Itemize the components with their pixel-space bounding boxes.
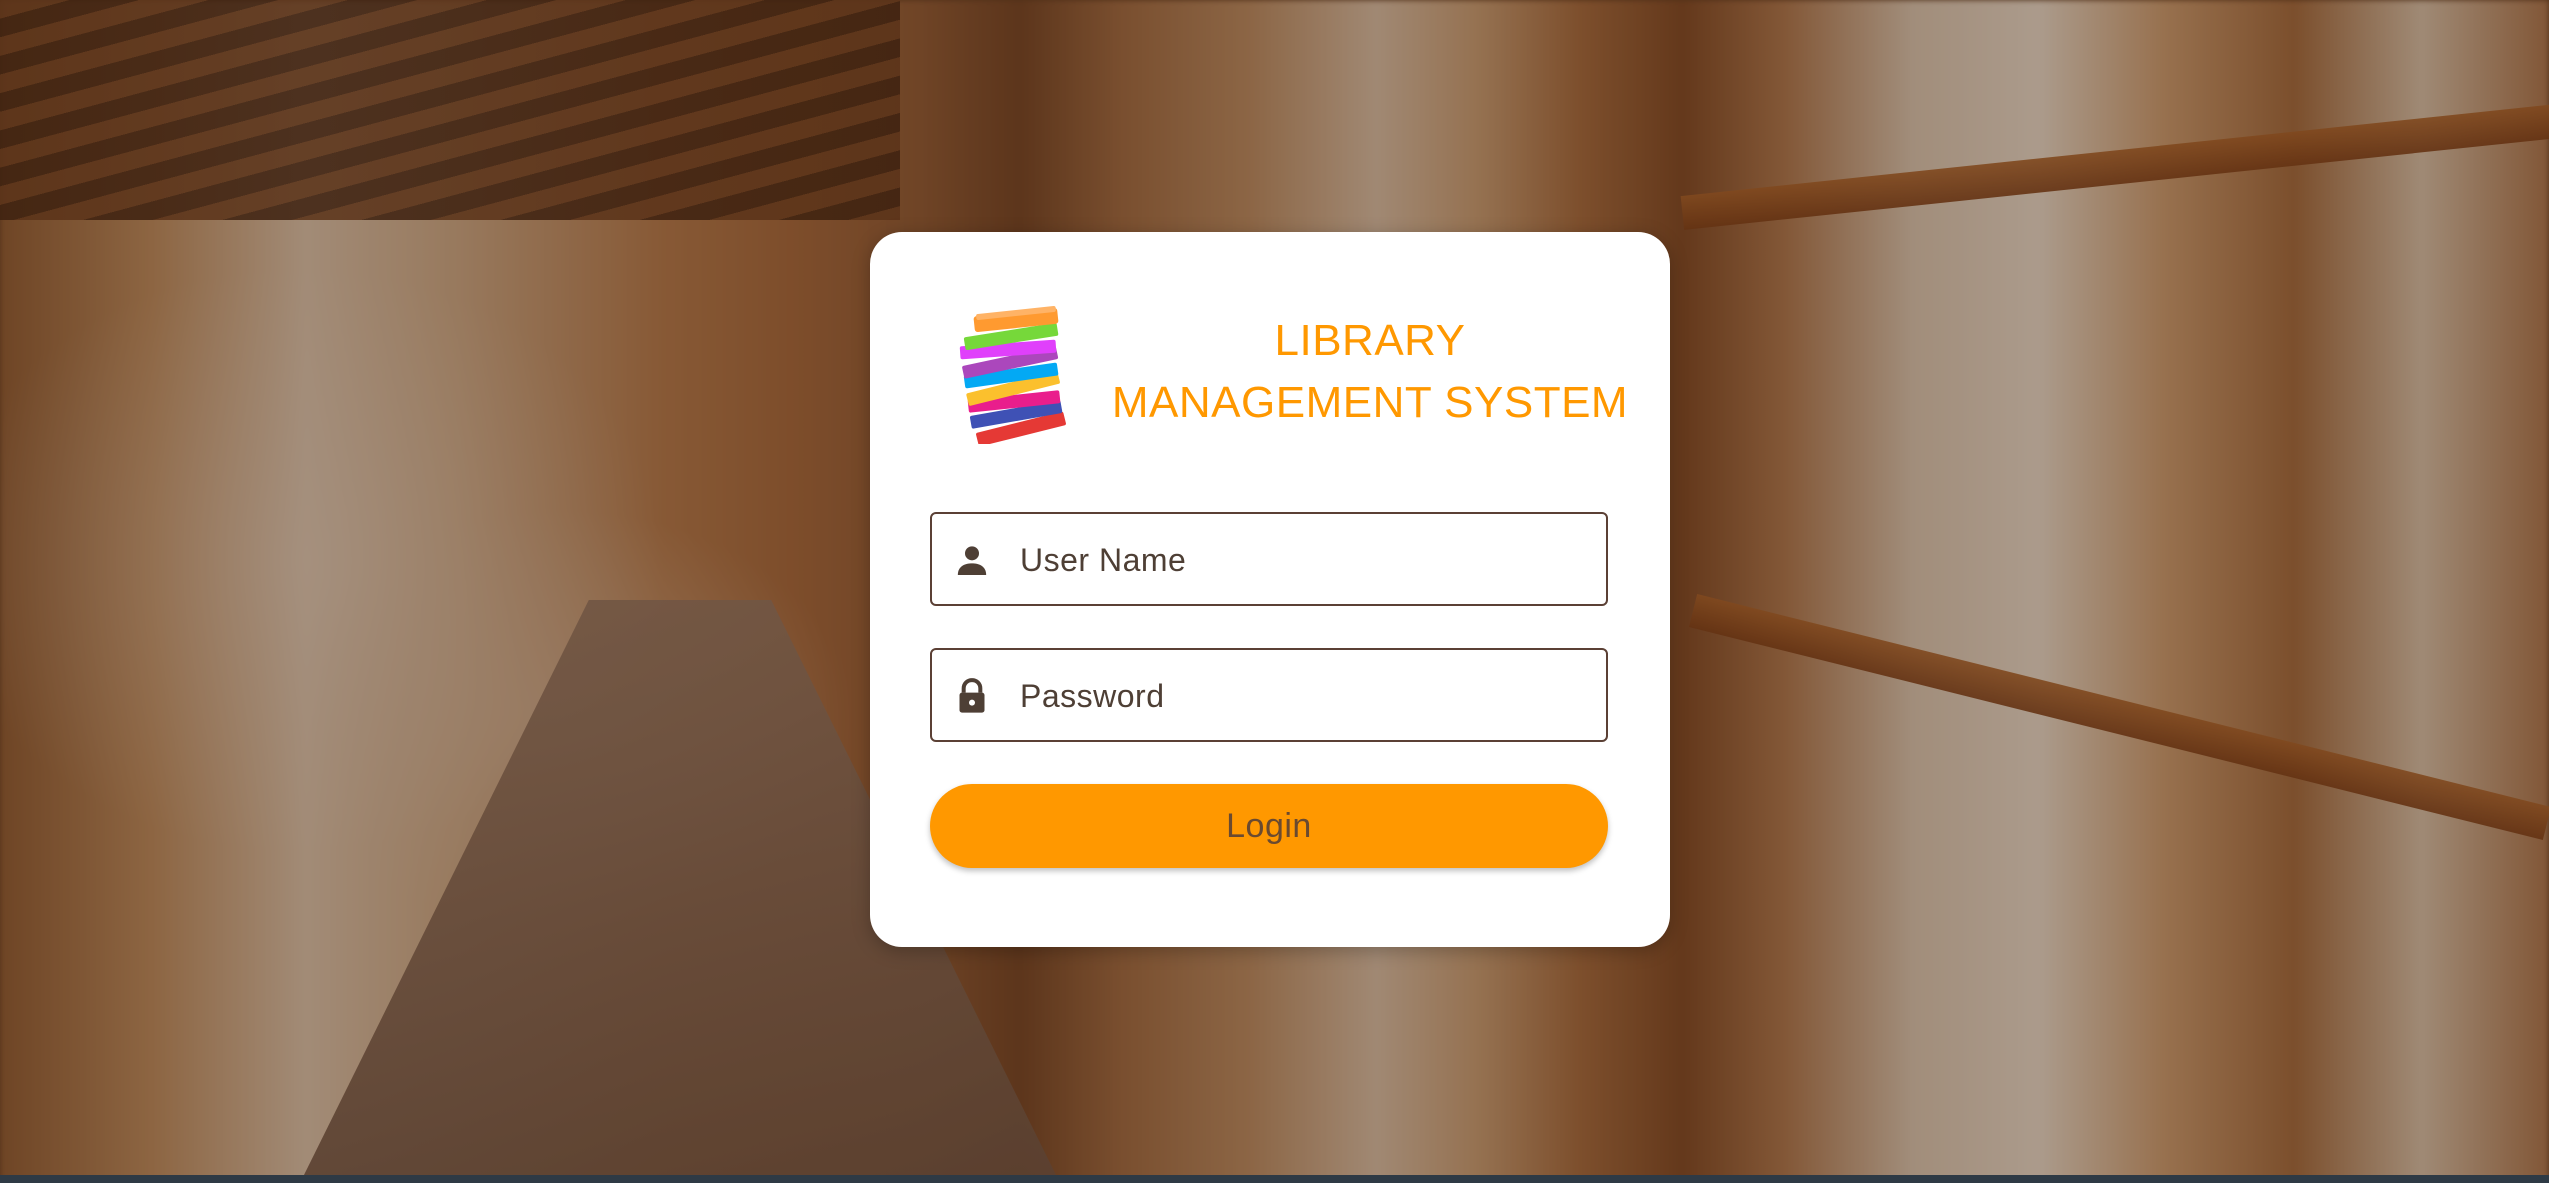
app-title-line1: LIBRARY <box>1274 316 1466 365</box>
username-input[interactable] <box>1018 514 1582 606</box>
app-title: LIBRARY MANAGEMENT SYSTEM <box>1090 310 1650 434</box>
book-stack-icon <box>959 306 1066 444</box>
bottom-edge <box>0 1175 2549 1183</box>
login-card: LIBRARY MANAGEMENT SYSTEM Login <box>870 232 1670 947</box>
password-input[interactable] <box>1018 650 1582 742</box>
username-field[interactable] <box>930 512 1608 606</box>
login-page: LIBRARY MANAGEMENT SYSTEM Login <box>0 0 2549 1183</box>
login-button[interactable]: Login <box>930 784 1608 868</box>
app-title-line2: MANAGEMENT SYSTEM <box>1111 378 1629 427</box>
password-field[interactable] <box>930 648 1608 742</box>
lock-icon <box>959 678 985 713</box>
person-icon <box>957 546 987 575</box>
